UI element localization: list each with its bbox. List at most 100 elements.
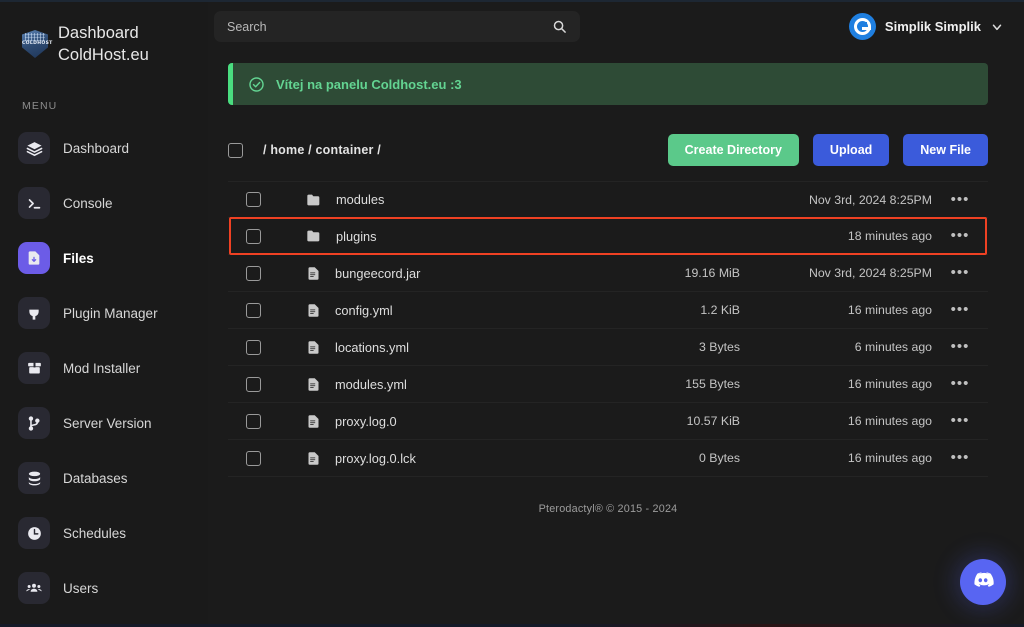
table-row[interactable]: config.yml 1.2 KiB 16 minutes ago •••	[228, 292, 988, 329]
sidebar-item-databases[interactable]: Databases	[0, 455, 208, 501]
sidebar-item-label: Files	[63, 250, 94, 266]
file-icon	[306, 303, 321, 318]
layers-icon	[18, 132, 50, 164]
sidebar-item-label: Mod Installer	[63, 360, 141, 376]
brand-title: Dashboard ColdHost.eu	[58, 22, 149, 66]
sidebar-item-label: Databases	[63, 470, 128, 486]
row-checkbox[interactable]	[246, 376, 261, 392]
brand-title-line1: Dashboard	[58, 24, 139, 42]
file-icon	[18, 242, 50, 274]
sidebar-item-label: Server Version	[63, 415, 152, 431]
file-modified: 6 minutes ago	[854, 340, 932, 354]
row-more-button[interactable]: •••	[932, 450, 988, 465]
file-modified: 16 minutes ago	[847, 451, 932, 465]
row-checkbox[interactable]	[246, 192, 261, 207]
row-checkbox[interactable]	[246, 339, 261, 355]
row-more-button[interactable]: •••	[932, 302, 988, 317]
create-directory-button[interactable]: Create Directory	[667, 134, 799, 166]
sidebar-item-dashboard[interactable]: Dashboard	[0, 125, 208, 171]
table-row[interactable]: modules.yml 155 Bytes 16 minutes ago •••	[228, 366, 988, 403]
files-toolbar: / home / container / Create Directory Up…	[228, 133, 988, 167]
file-name[interactable]: locations.yml	[335, 340, 409, 355]
file-size: 19.16 MiB	[684, 266, 740, 280]
file-name[interactable]: modules	[336, 192, 384, 207]
sidebar-item-schedules[interactable]: Schedules	[0, 510, 208, 556]
file-modified: 16 minutes ago	[847, 414, 932, 428]
file-icon	[306, 414, 321, 429]
table-row[interactable]: proxy.log.0.lck 0 Bytes 16 minutes ago •…	[228, 440, 988, 477]
file-icon	[306, 340, 321, 355]
file-modified: Nov 3rd, 2024 8:25PM	[808, 266, 932, 280]
plug-icon	[18, 297, 50, 329]
app-window: COLDHOST Dashboard ColdHost.eu MENU Dash…	[0, 0, 1024, 627]
main-area: Simplik Simplik Vítej na panelu Coldhost…	[208, 0, 1024, 627]
brand-header[interactable]: COLDHOST Dashboard ColdHost.eu	[0, 22, 208, 66]
row-checkbox[interactable]	[246, 302, 261, 318]
window-top-edge	[0, 0, 1024, 2]
avatar	[848, 13, 876, 40]
file-name[interactable]: config.yml	[335, 303, 393, 318]
row-more-button[interactable]: •••	[932, 413, 988, 428]
table-row[interactable]: proxy.log.0 10.57 KiB 16 minutes ago •••	[228, 403, 988, 440]
discord-icon	[971, 568, 995, 597]
top-bar: Simplik Simplik	[208, 0, 1024, 53]
discord-button[interactable]	[960, 559, 1006, 605]
file-name[interactable]: bungeecord.jar	[335, 266, 420, 281]
breadcrumb[interactable]: / home / container /	[263, 143, 381, 157]
sidebar-item-mod-installer[interactable]: Mod Installer	[0, 345, 208, 391]
row-more-button[interactable]: •••	[932, 339, 988, 354]
file-name[interactable]: modules.yml	[335, 377, 407, 392]
search-input[interactable]	[227, 19, 552, 34]
footer-copyright: Pterodactyl® © 2015 - 2024	[538, 503, 678, 515]
file-list: modules Nov 3rd, 2024 8:25PM ••• plugins…	[228, 181, 988, 477]
file-modified: 16 minutes ago	[847, 303, 932, 317]
table-row[interactable]: modules Nov 3rd, 2024 8:25PM •••	[228, 181, 988, 218]
search-icon[interactable]	[552, 19, 567, 34]
row-more-button[interactable]: •••	[932, 376, 988, 391]
upload-button[interactable]: Upload	[812, 134, 890, 166]
users-icon	[18, 572, 50, 604]
table-row[interactable]: plugins 18 minutes ago •••	[228, 217, 988, 255]
user-menu[interactable]: Simplik Simplik	[848, 13, 1004, 40]
file-size: 10.57 KiB	[686, 414, 740, 428]
table-row[interactable]: bungeecord.jar 19.16 MiB Nov 3rd, 2024 8…	[228, 255, 988, 292]
sidebar-item-label: Dashboard	[63, 140, 130, 156]
sidebar-item-plugin-manager[interactable]: Plugin Manager	[0, 290, 208, 336]
sidebar-item-label: Schedules	[63, 525, 127, 541]
sidebar-item-console[interactable]: Console	[0, 180, 208, 226]
sidebar-section-label: MENU	[22, 100, 58, 112]
row-more-button[interactable]: •••	[932, 228, 988, 243]
sidebar-item-label: Console	[63, 195, 113, 211]
clock-icon	[18, 517, 50, 549]
folder-icon	[306, 192, 322, 208]
welcome-banner: Vítej na panelu Coldhost.eu :3	[228, 63, 988, 105]
banner-text: Vítej na panelu Coldhost.eu :3	[276, 76, 462, 92]
new-file-button[interactable]: New File	[903, 134, 988, 166]
sidebar-item-server-version[interactable]: Server Version	[0, 400, 208, 446]
row-checkbox[interactable]	[246, 228, 261, 244]
coldhost-shield-icon: COLDHOST	[22, 30, 52, 58]
select-all-checkbox[interactable]	[228, 142, 243, 158]
file-name[interactable]: plugins	[336, 229, 377, 244]
check-circle-icon	[248, 76, 265, 93]
file-name[interactable]: proxy.log.0	[335, 414, 397, 429]
row-more-button[interactable]: •••	[932, 192, 988, 207]
row-checkbox[interactable]	[246, 450, 261, 466]
row-more-button[interactable]: •••	[932, 265, 988, 280]
sidebar-item-users[interactable]: Users	[0, 565, 208, 611]
toolbar-buttons: Create Directory Upload New File	[667, 134, 988, 166]
sidebar-item-files[interactable]: Files	[0, 235, 208, 281]
file-icon	[306, 377, 321, 392]
chevron-down-icon[interactable]	[990, 20, 1004, 34]
terminal-icon	[18, 187, 50, 219]
file-name[interactable]: proxy.log.0.lck	[335, 451, 416, 466]
sidebar: COLDHOST Dashboard ColdHost.eu MENU Dash…	[0, 0, 208, 627]
file-modified: 18 minutes ago	[847, 229, 932, 243]
table-row[interactable]: locations.yml 3 Bytes 6 minutes ago •••	[228, 329, 988, 366]
package-icon	[18, 352, 50, 384]
row-checkbox[interactable]	[246, 413, 261, 429]
search-box[interactable]	[214, 11, 580, 42]
file-modified: Nov 3rd, 2024 8:25PM	[808, 192, 932, 207]
row-checkbox[interactable]	[246, 265, 261, 281]
folder-icon	[306, 228, 322, 244]
